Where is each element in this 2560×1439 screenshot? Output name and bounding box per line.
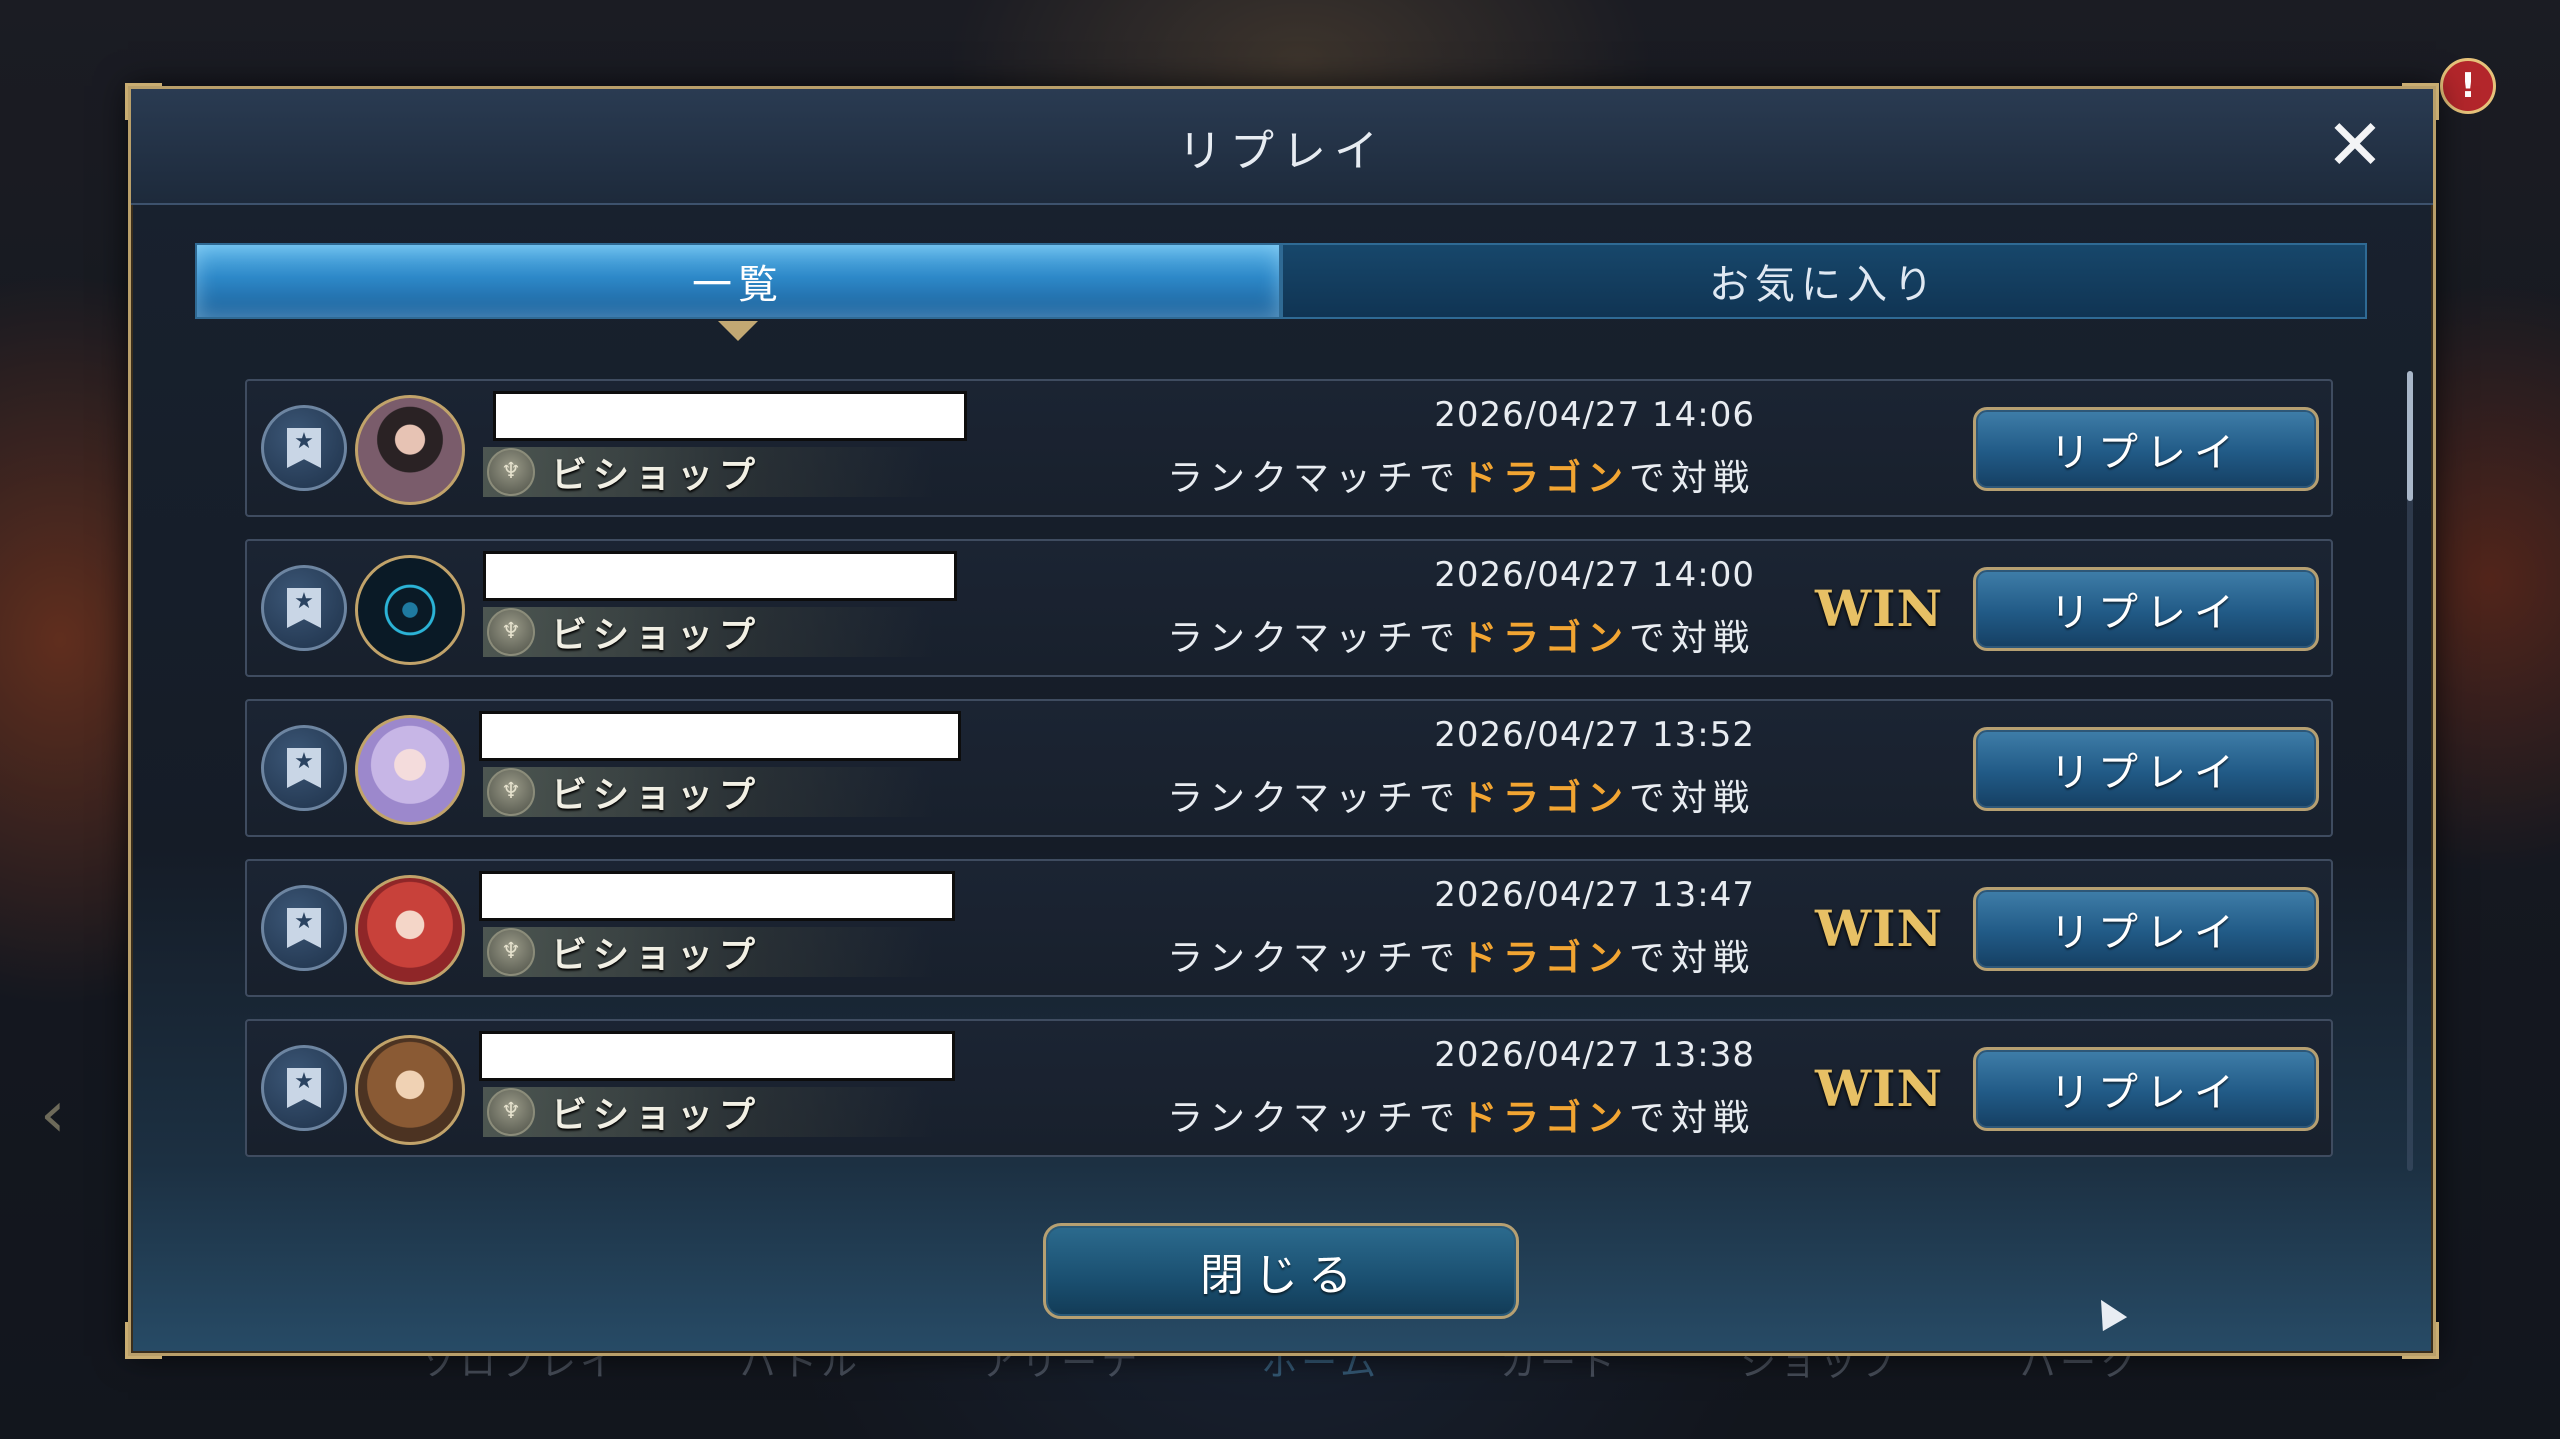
replay-row: ★ ♆ ビショップ 2026/04/27 14:06 ランクマッチでドラゴンで対… — [245, 379, 2333, 517]
replay-button[interactable]: リプレイ — [1973, 407, 2319, 491]
bookmark-star-icon: ★ — [287, 1068, 321, 1108]
desc-text: ランクマッチで — [1166, 458, 1461, 499]
desc-text: で対戦 — [1628, 458, 1755, 499]
replay-datetime: 2026/04/27 14:06 — [1434, 395, 1755, 435]
replay-button[interactable]: リプレイ — [1973, 727, 2319, 811]
desc-text: ランクマッチで — [1166, 938, 1461, 979]
dialog-header: リプレイ ✕ — [131, 89, 2433, 205]
result-badge: WIN — [1815, 579, 1944, 638]
bookmark-star-icon: ★ — [287, 748, 321, 788]
class-label: ビショップ — [551, 615, 762, 656]
favorite-button[interactable]: ★ — [261, 405, 347, 491]
favorite-button[interactable]: ★ — [261, 1045, 347, 1131]
replay-datetime: 2026/04/27 13:47 — [1434, 875, 1755, 915]
replay-dialog: リプレイ ✕ 一覧 お気に入り ★ ♆ ビショップ 2026/04/27 14:… — [125, 83, 2439, 1359]
bishop-class-icon: ♆ — [487, 768, 535, 816]
scrollbar-thumb[interactable] — [2407, 371, 2413, 501]
bishop-class-icon: ♆ — [487, 1088, 535, 1136]
tab-bar: 一覧 お気に入り — [195, 243, 2367, 341]
deck-class: ドラゴン — [1460, 618, 1629, 659]
desc-text: で対戦 — [1628, 618, 1755, 659]
class-label: ビショップ — [551, 935, 762, 976]
deck-class: ドラゴン — [1460, 938, 1629, 979]
replay-description: ランクマッチでドラゴンで対戦 — [1167, 1089, 1755, 1141]
desc-text: で対戦 — [1628, 778, 1755, 819]
tab-label: 一覧 — [692, 262, 784, 308]
desc-text: ランクマッチで — [1166, 778, 1461, 819]
replay-row: ★ ♆ ビショップ 2026/04/27 14:00 ランクマッチでドラゴンで対… — [245, 539, 2333, 677]
favorite-button[interactable]: ★ — [261, 725, 347, 811]
tab-favorites[interactable]: お気に入り — [1281, 243, 2367, 319]
opponent-name-redacted — [493, 391, 967, 441]
deck-class: ドラゴン — [1460, 458, 1629, 499]
alert-icon: ! — [2440, 58, 2496, 114]
replay-button[interactable]: リプレイ — [1973, 567, 2319, 651]
result-badge: WIN — [1815, 1059, 1944, 1118]
dialog-title: リプレイ — [1178, 126, 1386, 177]
opponent-class: ♆ ビショップ — [483, 447, 933, 497]
frame-corner — [125, 1322, 162, 1359]
result-badge: WIN — [1815, 899, 1944, 958]
close-icon[interactable]: ✕ — [2323, 110, 2387, 180]
favorite-button[interactable]: ★ — [261, 885, 347, 971]
replay-button[interactable]: リプレイ — [1973, 1047, 2319, 1131]
class-label: ビショップ — [551, 1095, 762, 1136]
bookmark-star-icon: ★ — [287, 588, 321, 628]
class-label: ビショップ — [551, 775, 762, 816]
replay-datetime: 2026/04/27 13:38 — [1434, 1035, 1755, 1075]
opponent-avatar — [355, 875, 465, 985]
replay-datetime: 2026/04/27 14:00 — [1434, 555, 1755, 595]
opponent-avatar — [355, 1035, 465, 1145]
opponent-name-redacted — [479, 1031, 955, 1081]
close-button[interactable]: 閉じる — [1043, 1223, 1519, 1319]
tab-active-indicator — [718, 321, 758, 341]
deck-class: ドラゴン — [1460, 1098, 1629, 1139]
list-scrollbar[interactable] — [2407, 371, 2413, 1171]
opponent-class: ♆ ビショップ — [483, 927, 933, 977]
class-label: ビショップ — [551, 455, 762, 496]
replay-description: ランクマッチでドラゴンで対戦 — [1167, 609, 1755, 661]
bookmark-star-icon: ★ — [287, 908, 321, 948]
favorite-button[interactable]: ★ — [261, 565, 347, 651]
desc-text: で対戦 — [1628, 1098, 1755, 1139]
tab-list[interactable]: 一覧 — [195, 243, 1281, 341]
bishop-class-icon: ♆ — [487, 928, 535, 976]
opponent-name-redacted — [479, 711, 961, 761]
desc-text: ランクマッチで — [1166, 618, 1461, 659]
opponent-avatar — [355, 715, 465, 825]
replay-description: ランクマッチでドラゴンで対戦 — [1167, 769, 1755, 821]
replay-list: ★ ♆ ビショップ 2026/04/27 14:06 ランクマッチでドラゴンで対… — [245, 379, 2335, 1249]
bookmark-star-icon: ★ — [287, 428, 321, 468]
replay-datetime: 2026/04/27 13:52 — [1434, 715, 1755, 755]
frame-corner — [2402, 1322, 2439, 1359]
chevron-left-icon: ‹ — [40, 1078, 66, 1152]
opponent-class: ♆ ビショップ — [483, 767, 933, 817]
opponent-name-redacted — [483, 551, 957, 601]
opponent-name-redacted — [479, 871, 955, 921]
replay-description: ランクマッチでドラゴンで対戦 — [1167, 929, 1755, 981]
bishop-class-icon: ♆ — [487, 448, 535, 496]
bishop-class-icon: ♆ — [487, 608, 535, 656]
desc-text: ランクマッチで — [1166, 1098, 1461, 1139]
opponent-class: ♆ ビショップ — [483, 607, 933, 657]
opponent-avatar — [355, 395, 465, 505]
opponent-avatar — [355, 555, 465, 665]
deck-class: ドラゴン — [1460, 778, 1629, 819]
opponent-class: ♆ ビショップ — [483, 1087, 933, 1137]
replay-row: ★ ♆ ビショップ 2026/04/27 13:38 ランクマッチでドラゴンで対… — [245, 1019, 2333, 1157]
replay-description: ランクマッチでドラゴンで対戦 — [1167, 449, 1755, 501]
replay-row: ★ ♆ ビショップ 2026/04/27 13:52 ランクマッチでドラゴンで対… — [245, 699, 2333, 837]
replay-row: ★ ♆ ビショップ 2026/04/27 13:47 ランクマッチでドラゴンで対… — [245, 859, 2333, 997]
desc-text: で対戦 — [1628, 938, 1755, 979]
tab-label: お気に入り — [1709, 262, 1939, 308]
replay-button[interactable]: リプレイ — [1973, 887, 2319, 971]
